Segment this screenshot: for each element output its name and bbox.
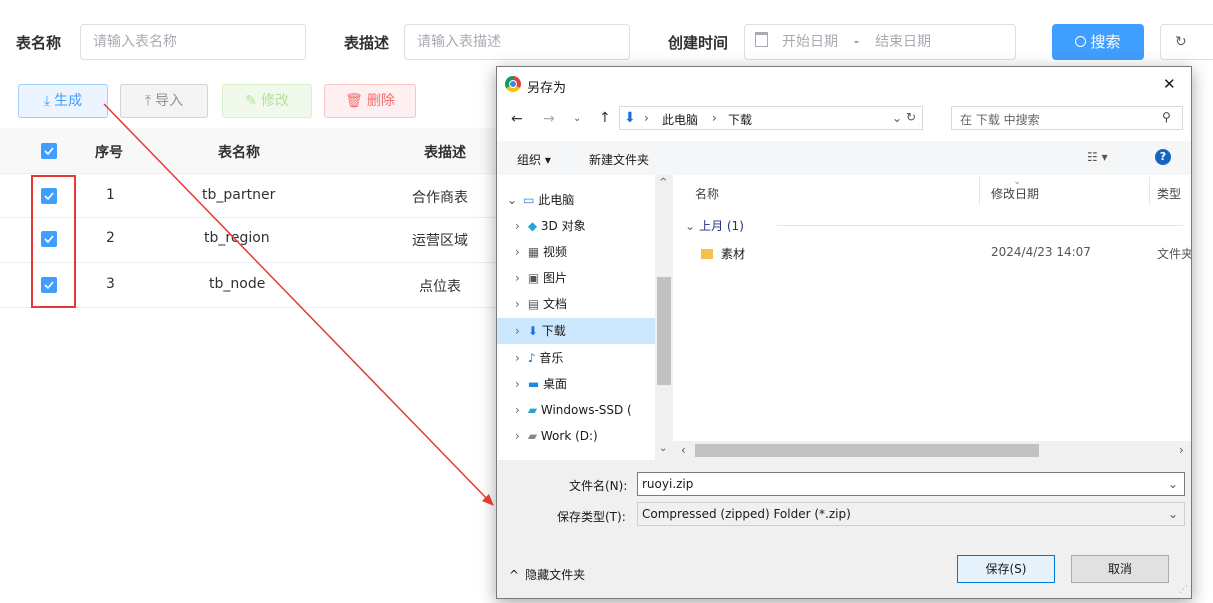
- annotation-arrow: [103, 103, 494, 506]
